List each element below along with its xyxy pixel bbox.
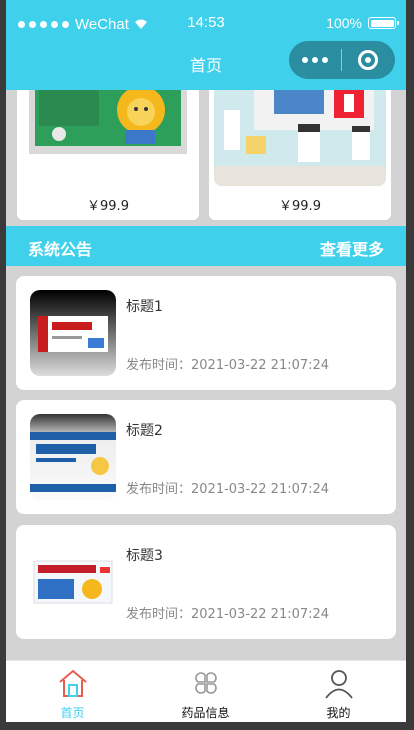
battery-icon: [368, 17, 399, 29]
news-thumbnail: [30, 414, 116, 500]
news-thumbnail: [30, 539, 116, 625]
tab-label: 首页: [60, 706, 85, 720]
news-time: 发布时间：2021-03-22 21:07:24: [126, 482, 330, 497]
user-icon: [324, 670, 353, 699]
news-time: 发布时间：2021-03-22 21:07:24: [126, 607, 330, 622]
view-more-link[interactable]: 查看更多: [320, 236, 384, 260]
close-icon[interactable]: [342, 50, 394, 70]
list-item[interactable]: 标题3 发布时间：2021-03-22 21:07:24: [16, 525, 396, 639]
tab-profile[interactable]: 我的: [272, 661, 405, 722]
news-title: 标题3: [126, 548, 163, 564]
status-battery: 100%: [326, 15, 399, 31]
grid-icon: [194, 672, 217, 694]
news-thumbnail: [30, 290, 116, 376]
tab-label: 我的: [326, 706, 351, 720]
tab-home[interactable]: 首页: [6, 661, 139, 722]
news-title: 标题1: [126, 299, 163, 315]
top-header: WeChat 14:53 100% 首页: [6, 0, 406, 90]
home-icon: [58, 669, 87, 697]
list-item[interactable]: 标题1 发布时间：2021-03-22 21:07:24: [16, 276, 396, 390]
product-image: [29, 82, 187, 154]
product-image: [214, 80, 386, 186]
product-price: ￥99.9: [87, 199, 129, 214]
tab-medicine-info[interactable]: 药品信息: [139, 661, 272, 722]
list-item[interactable]: 标题2 发布时间：2021-03-22 21:07:24: [16, 400, 396, 514]
mini-program-capsule[interactable]: [289, 41, 395, 79]
tab-label: 药品信息: [181, 706, 230, 720]
tab-bar: 首页 药品信息 我的: [6, 660, 406, 722]
notice-title: 系统公告: [28, 240, 93, 259]
notice-header: 系统公告 查看更多: [6, 226, 406, 266]
phone-screen: ￥99.9 ￥99.9 WeChat 14:53 100% 首页 系统公告 查看…: [6, 0, 406, 722]
product-price: ￥99.9: [279, 199, 321, 214]
more-icon[interactable]: [289, 57, 341, 63]
battery-label: 100%: [326, 15, 362, 31]
news-title: 标题2: [126, 423, 163, 439]
news-time: 发布时间：2021-03-22 21:07:24: [126, 358, 330, 373]
